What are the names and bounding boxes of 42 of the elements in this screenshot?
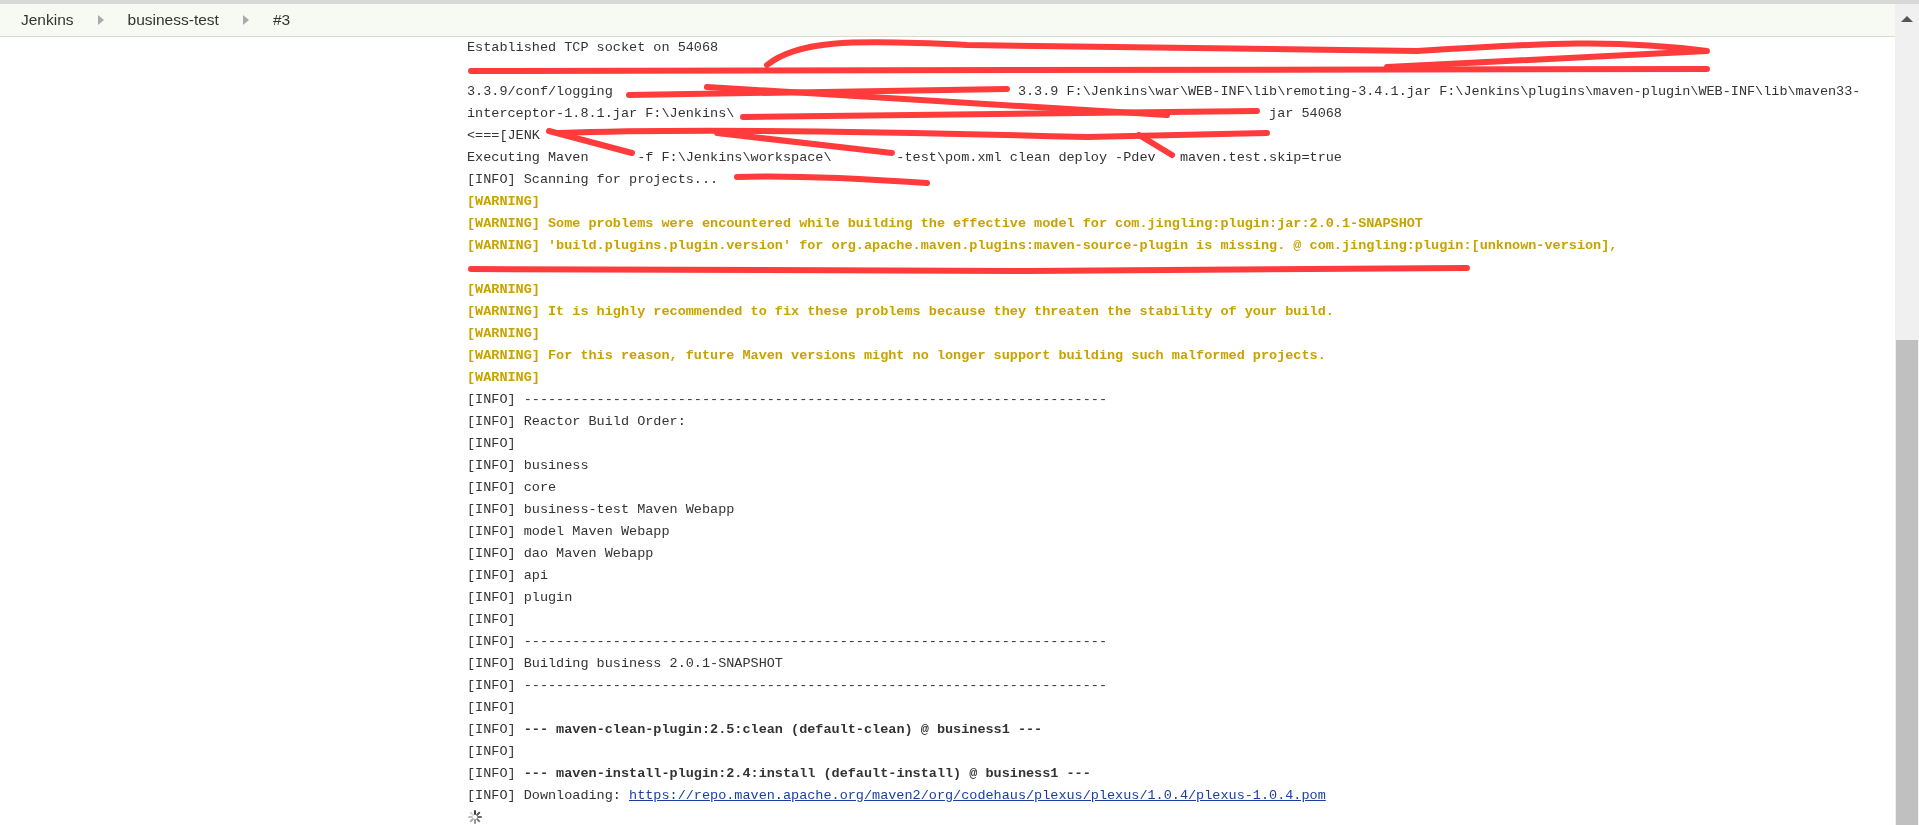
breadcrumb-link[interactable]: business-test <box>127 11 219 29</box>
breadcrumb-link[interactable]: #3 <box>272 11 291 29</box>
info-log-line: [INFO] <box>467 435 516 453</box>
warning-log-line: [WARNING] For this reason, future Maven versions might no longer support building such malformed projects. <box>467 347 1326 365</box>
info-log-line: [INFO] --- maven-clean-plugin:2.5:clean (default-clean) @ business1 --- <box>467 721 1043 739</box>
warning-log-line: [WARNING] Some problems were encountered while building the effective model for com.jingling:plugin:jar:2.0.1-SNAPSHOT <box>467 215 1423 233</box>
info-log-line: [INFO] <box>467 611 516 629</box>
info-log-line: [INFO] model Maven Webapp <box>467 523 670 541</box>
log-line: interceptor-1.8.1.jar F:\Jenkins\ jar 54068 <box>467 105 1342 123</box>
warning-log-line: [WARNING] <box>467 325 540 343</box>
log-line: <===[JENK <box>467 127 540 145</box>
info-log-line: [INFO] api <box>467 567 548 585</box>
scroll-up-icon[interactable] <box>1901 16 1913 22</box>
info-log-line: [INFO] <box>467 743 516 761</box>
scrollbar-thumb[interactable] <box>1896 340 1918 825</box>
info-log-line: [INFO] --- maven-install-plugin:2.4:install (default-install) @ business1 --- <box>467 765 1091 783</box>
info-log-line: [INFO] dao Maven Webapp <box>467 545 654 563</box>
log-line: Established TCP socket on 54068 <box>467 39 719 57</box>
info-log-line: [INFO] Building business 2.0.1-SNAPSHOT <box>467 655 783 673</box>
scrollbar[interactable] <box>1895 4 1919 825</box>
info-log-line: [INFO] ------------------------------------------------------------------------ <box>467 633 1107 651</box>
warning-log-line: [WARNING] 'build.plugins.plugin.version' for org.apache.maven.plugins:maven-source-plugin is missing. @ com.jingling:plugin:[unknown-version], <box>467 237 1618 255</box>
info-log-line: [INFO] business <box>467 457 589 475</box>
download-link[interactable]: https://repo.maven.apache.org/maven2/org/codehaus/plexus/plexus/1.0.4/plexus-1.0.4.pom <box>629 788 1326 803</box>
log-text: [INFO] Downloading: <box>467 788 622 803</box>
warning-log-line: [WARNING] <box>467 369 540 387</box>
log-line: 3.3.9/conf/logging 3.3.9 F:\Jenkins\war\WEB-INF\lib\remoting-3.4.1.jar F:\Jenkins\plugins\maven-plugin\WEB-INF\lib\maven33- <box>467 83 1861 101</box>
info-log-line: [INFO] Scanning for projects... <box>467 171 719 189</box>
warning-log-line: [WARNING] <box>467 193 540 211</box>
log-line: Executing Maven -f F:\Jenkins\workspace\ -test\pom.xml clean deploy -Pdev maven.test.skip=true <box>467 149 1342 167</box>
info-log-line: [INFO] core <box>467 479 557 497</box>
chevron-icon <box>242 15 249 25</box>
info-log-line: [INFO] business-test Maven Webapp <box>467 501 735 519</box>
warning-log-line: [WARNING] <box>467 281 540 299</box>
breadcrumb-link[interactable]: Jenkins <box>21 11 74 29</box>
chevron-icon <box>97 15 104 25</box>
info-log-line: [INFO] ------------------------------------------------------------------------ <box>467 391 1107 409</box>
warning-log-line: [WARNING] It is highly recommended to fix these problems because they threaten the stability of your build. <box>467 303 1334 321</box>
info-log-line: [INFO] ------------------------------------------------------------------------ <box>467 677 1107 695</box>
info-log-line: [INFO] Reactor Build Order: <box>467 413 686 431</box>
info-log-line: [INFO] plugin <box>467 589 573 607</box>
info-log-line: [INFO] <box>467 699 516 717</box>
